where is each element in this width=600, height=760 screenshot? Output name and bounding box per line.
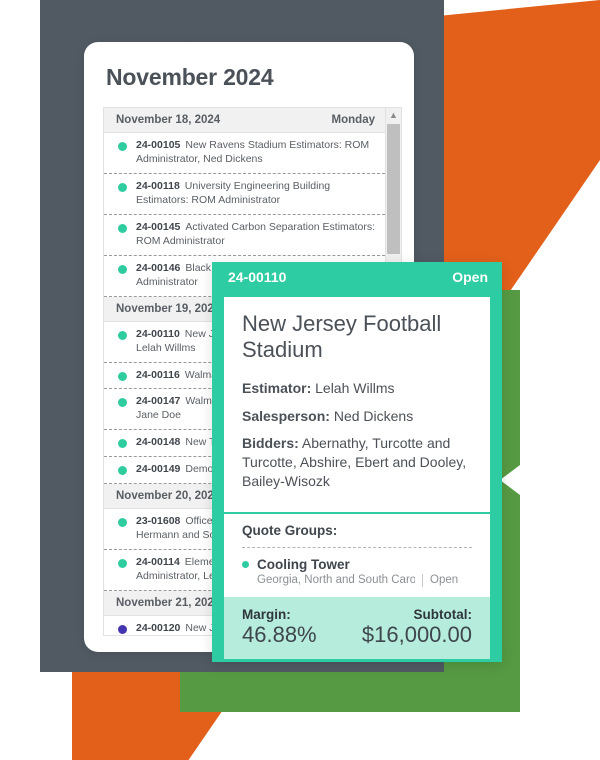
estimator-value: Lelah Willms	[315, 379, 395, 396]
status-dot-icon	[118, 559, 127, 569]
scrollbar-thumb[interactable]	[387, 124, 400, 254]
quote-group-name: Cooling Tower	[257, 556, 350, 572]
quote-group-status: Open	[430, 574, 459, 587]
job-list-item[interactable]: 24-00105 New Ravens Stadium Estimators: R…	[104, 133, 385, 174]
job-number: 24-00149	[136, 463, 181, 476]
day-header-date: November 20, 2024	[116, 490, 221, 503]
quote-group-region: Georgia, North and South Carolina	[257, 574, 415, 587]
job-number: 24-00116	[136, 368, 180, 381]
job-detail-body: New Jersey Football Stadium Estimator: L…	[224, 297, 490, 659]
status-badge: Open	[452, 269, 488, 285]
estimator-field: Estimator: Lelah Willms	[242, 379, 472, 398]
estimator-label: Estimator:	[242, 379, 312, 396]
screenshot-stage: November 2024 November 18, 2024 Monday 2…	[0, 0, 600, 760]
detail-job-number: 24-00110	[228, 269, 287, 285]
subtotal-block: Subtotal: $16,000.00	[362, 607, 472, 647]
job-detail-summary: New Jersey Football Stadium Estimator: L…	[224, 297, 490, 514]
job-number: 24-00105	[136, 139, 181, 151]
quote-groups-label: Quote Groups:	[242, 523, 472, 548]
bidders-field: Bidders: Abernathy, Turcotte and Turcott…	[242, 434, 472, 490]
salesperson-field: Salesperson: Ned Dickens	[242, 407, 472, 426]
status-dot-icon	[118, 439, 127, 449]
margin-value: 46.88%	[242, 621, 317, 647]
job-number: 24-00110	[136, 327, 180, 340]
bidders-label: Bidders:	[242, 435, 299, 452]
page-title: November 2024	[106, 64, 274, 90]
status-dot-icon	[118, 398, 127, 408]
day-header: November 18, 2024 Monday	[104, 108, 385, 133]
day-header-weekday: Monday	[331, 114, 375, 126]
salesperson-label: Salesperson:	[242, 407, 330, 424]
job-list-item[interactable]: 24-00145 Activated Carbon Separation Esti…	[104, 214, 385, 256]
job-number: 24-00148	[136, 436, 181, 449]
margin-block: Margin: 46.88%	[242, 607, 317, 647]
field-divider	[422, 573, 423, 587]
job-detail-header: 24-00110 Open	[212, 262, 502, 292]
job-detail-card: 24-00110 Open New Jersey Football Stadiu…	[212, 262, 502, 662]
day-header-date: November 19, 2024	[116, 302, 221, 315]
day-header-date: November 21, 2024	[116, 597, 221, 610]
job-number: 24-00120	[136, 622, 181, 635]
job-number: 24-00146	[136, 261, 181, 274]
status-dot-icon	[118, 466, 127, 476]
subtotal-value: $16,000.00	[361, 621, 472, 647]
job-list-item[interactable]: 24-00118 University Engineering Building …	[104, 173, 385, 215]
day-header-date: November 18, 2024	[116, 114, 221, 126]
quote-groups-section: Quote Groups: Cooling Tower Georgia, Nor…	[224, 514, 490, 597]
status-dot-icon	[118, 264, 127, 274]
project-title: New Jersey Football Stadium	[242, 311, 442, 362]
margin-label: Margin:	[242, 606, 291, 622]
status-dot-icon	[118, 223, 127, 233]
quote-group-item[interactable]: Cooling Tower Georgia, North and South C…	[242, 548, 472, 597]
salesperson-value: Ned Dickens	[333, 407, 414, 424]
job-number: 23-01608	[136, 515, 181, 528]
status-dot-icon	[118, 518, 127, 528]
job-number: 24-00114	[136, 556, 180, 569]
job-detail-footer: Margin: 46.88% Subtotal: $16,000.00	[224, 596, 490, 659]
status-dot-icon	[118, 625, 127, 635]
job-number: 24-00118	[136, 179, 180, 192]
status-dot-icon	[118, 371, 127, 381]
job-number: 24-00145	[136, 220, 181, 233]
job-number: 24-00147	[136, 395, 181, 408]
quote-group-status-dot-icon	[242, 560, 249, 568]
scroll-up-icon[interactable]: ▲	[386, 110, 401, 120]
status-dot-icon	[118, 142, 127, 151]
status-dot-icon	[118, 182, 127, 192]
subtotal-label: Subtotal:	[413, 606, 473, 622]
status-dot-icon	[118, 330, 127, 340]
